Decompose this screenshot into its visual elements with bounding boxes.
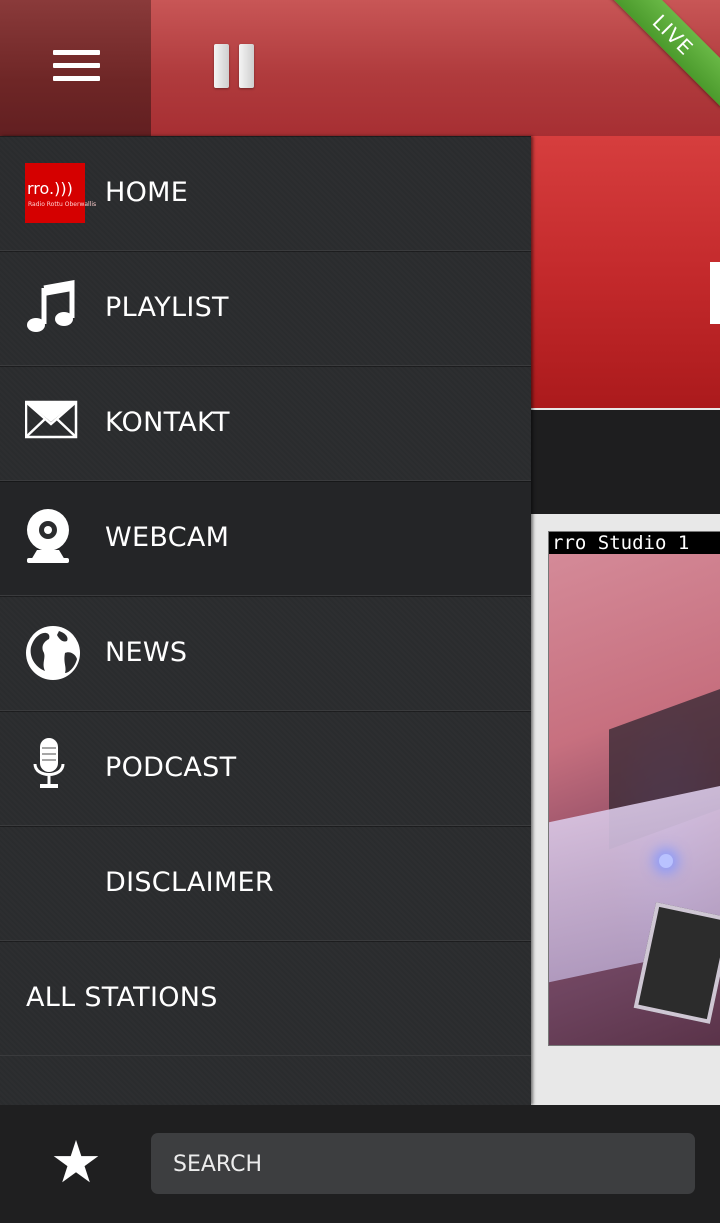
live-badge: LIVE bbox=[600, 0, 720, 108]
logo-text: rro.))) bbox=[27, 179, 73, 198]
nav-item-label: KONTAKT bbox=[105, 407, 230, 438]
nav-item-label: WEBCAM bbox=[105, 522, 230, 553]
nav-item-label: DISCLAIMER bbox=[105, 867, 274, 898]
nav-item-playlist[interactable]: PLAYLIST bbox=[0, 251, 531, 366]
microphone-icon bbox=[33, 738, 65, 788]
nav-item-disclaimer[interactable]: DISCLAIMER bbox=[0, 826, 531, 941]
music-note-icon bbox=[27, 280, 75, 332]
banner-logo-fragment bbox=[710, 262, 720, 324]
nav-item-podcast[interactable]: PODCAST bbox=[0, 711, 531, 826]
globe-icon bbox=[26, 626, 80, 680]
envelope-icon bbox=[25, 400, 78, 439]
star-icon[interactable]: ★ bbox=[46, 1132, 106, 1192]
webcam-preview[interactable]: rro Studio 1 bbox=[548, 531, 720, 1046]
webcam-caption: rro Studio 1 bbox=[549, 532, 720, 554]
nav-item-all-stations[interactable]: ALL STATIONS bbox=[0, 941, 531, 1056]
main-content: rro Studio 1 bbox=[531, 136, 720, 1105]
nav-item-label: ALL STATIONS bbox=[26, 982, 218, 1013]
nav-item-label: NEWS bbox=[105, 637, 188, 668]
nav-item-home[interactable]: rro.))) Radio Rottu Oberwallis HOME bbox=[0, 136, 531, 251]
webcam-image bbox=[549, 554, 720, 1045]
logo-subtext: Radio Rottu Oberwallis bbox=[28, 201, 97, 208]
nav-item-label: PLAYLIST bbox=[105, 292, 229, 323]
webcam-image-light bbox=[659, 854, 673, 868]
pause-button[interactable] bbox=[210, 44, 258, 90]
search-box[interactable] bbox=[151, 1133, 699, 1196]
pause-icon bbox=[214, 44, 229, 88]
nav-item-news[interactable]: NEWS bbox=[0, 596, 531, 711]
nav-item-label: PODCAST bbox=[105, 752, 237, 783]
nav-item-webcam[interactable]: WEBCAM bbox=[0, 481, 531, 596]
nav-item-kontakt[interactable]: KONTAKT bbox=[0, 366, 531, 481]
app-header: LIVE bbox=[0, 0, 720, 136]
nav-item-label: HOME bbox=[105, 177, 189, 208]
pause-icon-bar bbox=[239, 44, 254, 88]
menu-button[interactable] bbox=[0, 0, 151, 136]
webcam-icon bbox=[27, 509, 69, 563]
station-banner bbox=[531, 136, 720, 408]
hamburger-menu-icon bbox=[53, 50, 100, 82]
rro-logo-icon: rro.))) Radio Rottu Oberwallis bbox=[25, 163, 96, 223]
navigation-drawer: rro.))) Radio Rottu Oberwallis HOME PLAY… bbox=[0, 136, 531, 1105]
search-input[interactable] bbox=[171, 1133, 699, 1196]
content-divider-strip bbox=[531, 410, 720, 514]
bottom-bar: ★ bbox=[0, 1105, 720, 1223]
